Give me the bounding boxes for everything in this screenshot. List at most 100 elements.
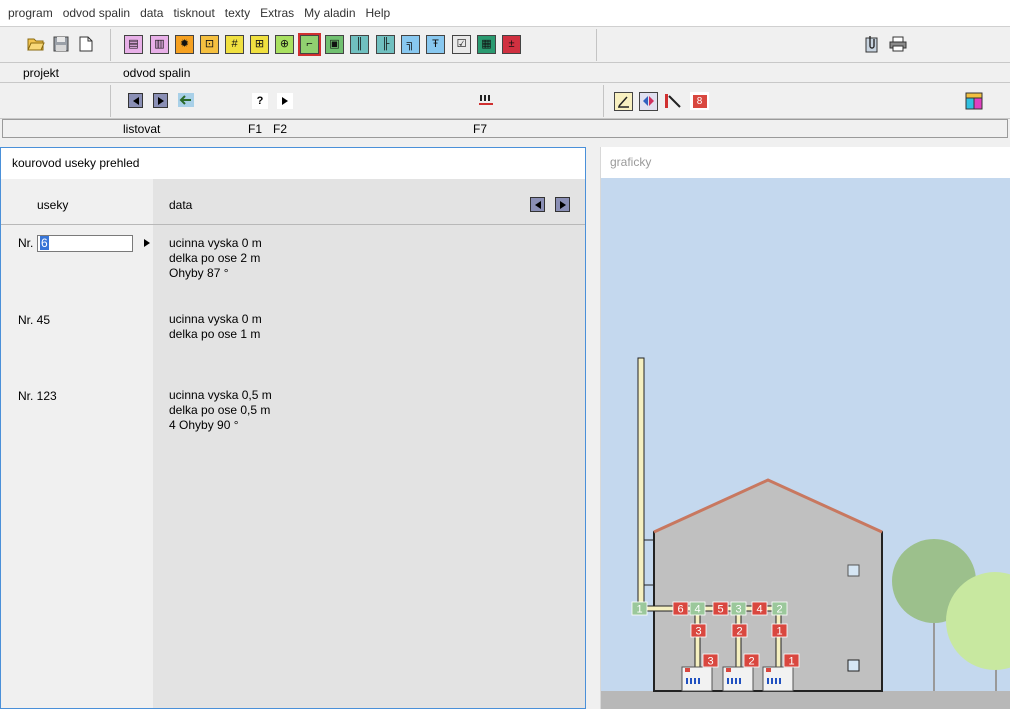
useky-column [1, 179, 153, 708]
burner-bar [686, 678, 688, 684]
section-tag-label: 3 [695, 626, 701, 638]
f1-label: F1 [248, 122, 263, 136]
new-document-icon[interactable] [76, 34, 96, 54]
section-tag-label: 1 [788, 656, 794, 668]
flue-riser-pipe [775, 610, 782, 672]
pipe-bend-icon[interactable]: ╗ [401, 35, 420, 54]
data-line: ucinna vyska 0,5 m [169, 388, 272, 402]
section-tag-label: 1 [776, 626, 782, 638]
boiler-indicator [685, 668, 690, 672]
save-disk-icon[interactable] [51, 34, 71, 54]
window [847, 564, 860, 577]
printer-icon[interactable] [888, 34, 908, 54]
f7-badge[interactable]: 8 [690, 92, 709, 110]
burner-bar [779, 678, 781, 684]
chimney-section-icon[interactable]: ▣ [325, 35, 344, 54]
flue-riser-pipe [694, 610, 701, 672]
expand-arrow-icon[interactable] [144, 239, 150, 247]
burner-bar [690, 678, 692, 684]
arrow-left-icon [534, 200, 541, 209]
attachment-icon[interactable] [862, 34, 882, 54]
menu-texty[interactable]: texty [220, 0, 255, 27]
menu-my-aladin[interactable]: My aladin [299, 0, 360, 27]
burner-bar [739, 678, 741, 684]
row-data: ucinna vyska 0,5 m delka po ose 0,5 m 4 … [169, 388, 272, 433]
toolbar-separator [110, 29, 111, 61]
open-folder-icon[interactable] [26, 34, 46, 54]
section-number-input[interactable]: 6 [37, 235, 133, 252]
shortcut-bar: listovat F1 F2 F7 [2, 119, 1008, 138]
next-button[interactable] [153, 93, 168, 108]
listovat-label: listovat [123, 122, 161, 136]
calculator-icon[interactable]: ▦ [477, 35, 496, 54]
menu-extras[interactable]: Extras [255, 0, 299, 27]
burner-bar [767, 678, 769, 684]
row-nr-label: Nr. 123 [18, 389, 57, 403]
panel-prev-button[interactable] [530, 197, 545, 212]
menu-odvod-spalin[interactable]: odvod spalin [58, 0, 135, 27]
data-line: ucinna vyska 0 m [169, 236, 262, 250]
flue-path-icon[interactable]: ⌐ [298, 33, 321, 56]
f2-label: F2 [273, 122, 288, 136]
pipe-split-icon[interactable]: ╟ [376, 35, 395, 54]
boiler-indicator [726, 668, 731, 672]
play-button[interactable] [277, 93, 293, 109]
checklist-icon[interactable]: ☑ [452, 35, 471, 54]
row-data: ucinna vyska 0 m delka po ose 2 m Ohyby … [169, 236, 262, 281]
bar-chart-icon[interactable]: ▥ [150, 35, 169, 54]
section-tag-label: 1 [636, 604, 642, 616]
window-grid-icon[interactable]: ⊞ [250, 35, 269, 54]
form-icon[interactable]: ▤ [124, 35, 143, 54]
previous-button[interactable] [128, 93, 143, 108]
arrow-left-icon [132, 96, 139, 105]
menu-help[interactable]: Help [361, 0, 396, 27]
help-icon: ? [256, 95, 264, 107]
panel-next-button[interactable] [555, 197, 570, 212]
tab-projekt[interactable]: projekt [23, 66, 59, 80]
mirror-icon[interactable] [639, 92, 658, 111]
burner-bar [694, 678, 696, 684]
ground [601, 691, 1010, 709]
menu-program[interactable]: program [3, 0, 58, 27]
section-tag-label: 5 [717, 604, 723, 616]
useky-header: useky [37, 198, 69, 212]
flue-riser-pipe [735, 610, 742, 672]
section-tag-label: 4 [694, 604, 700, 616]
boiler-icon[interactable]: ⊡ [200, 35, 219, 54]
draw-tool-icon[interactable] [614, 92, 633, 111]
house-flue-diagram[interactable]: 1 6 4 5 3 4 23 2 13 2 1 [601, 178, 1010, 709]
graphics-panel: graficky 1645342321321 [600, 147, 1010, 709]
pipe-top-icon[interactable]: Ŧ [426, 35, 445, 54]
section-tag-label: 3 [735, 604, 741, 616]
section-tag-label: 4 [756, 604, 762, 616]
row-data: ucinna vyska 0 m delka po ose 1 m [169, 312, 262, 342]
tab-odvod-spalin[interactable]: odvod spalin [123, 66, 190, 80]
burner-bar [775, 678, 777, 684]
data-line: 4 Ohyby 90 ° [169, 418, 239, 432]
hash-grid-icon[interactable]: # [225, 35, 244, 54]
toolbar-separator [110, 85, 111, 117]
sections-overview-panel: kourovod useky prehled useky data Nr. 6 … [0, 147, 586, 709]
section-tag-label: 6 [677, 604, 683, 616]
section-tag-label: 2 [736, 626, 742, 638]
burner-bar [731, 678, 733, 684]
menu-tisknout[interactable]: tisknout [168, 0, 219, 27]
boiler-indicator [766, 668, 771, 672]
row-nr-label: Nr. 45 [18, 313, 51, 327]
badge-label: 8 [692, 94, 707, 108]
crosshair-icon[interactable]: ⊕ [275, 35, 294, 54]
menu-data[interactable]: data [135, 0, 168, 27]
plus-minus-icon[interactable]: ± [502, 35, 521, 54]
radiator-icon[interactable] [476, 90, 496, 110]
arrow-right-icon [559, 200, 566, 209]
sun-burner-icon[interactable]: ✹ [175, 35, 194, 54]
navigation-bar: ? 8 [0, 83, 1010, 119]
help-button[interactable]: ? [252, 93, 268, 109]
panel-title: graficky [610, 155, 652, 169]
pipes-icon[interactable]: ║ [350, 35, 369, 54]
return-arrow-icon[interactable] [176, 90, 196, 110]
color-palette-icon[interactable] [964, 91, 984, 111]
pencil-erase-icon[interactable] [663, 91, 683, 111]
menu-bar: program odvod spalin data tisknout texty… [0, 0, 1010, 27]
toolbar-separator [603, 85, 604, 117]
